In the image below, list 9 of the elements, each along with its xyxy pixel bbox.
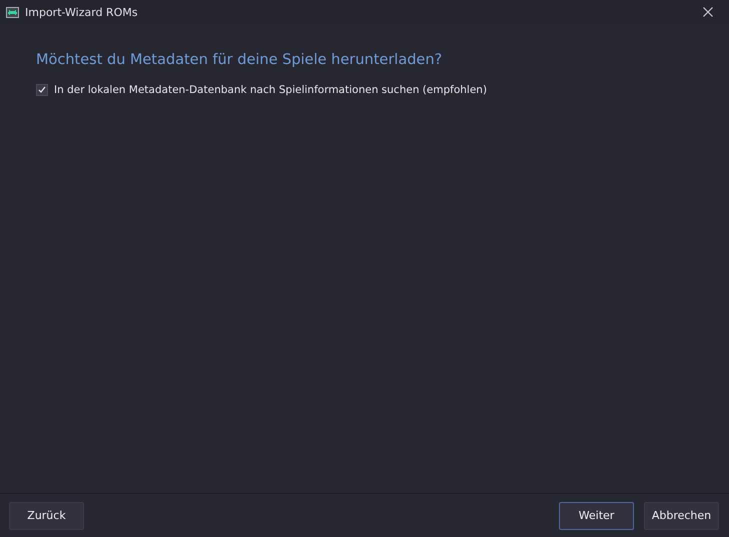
window-title: Import-Wizard ROMs	[25, 6, 139, 18]
checkbox[interactable]	[36, 84, 48, 96]
game-icon	[6, 6, 19, 18]
checkbox-label: In der lokalen Metadaten-Datenbank nach Spielinformationen suchen (empfohlen)	[54, 84, 487, 96]
wizard-button[interactable]: Weiter	[559, 502, 634, 530]
wizard-button[interactable]: Zurück	[9, 502, 84, 530]
close-icon[interactable]	[703, 7, 713, 17]
wizard-heading: Möchtest du Metadaten für deine Spiele herunterladen?	[36, 52, 444, 68]
wizard-button[interactable]: Abbrechen	[644, 502, 719, 530]
